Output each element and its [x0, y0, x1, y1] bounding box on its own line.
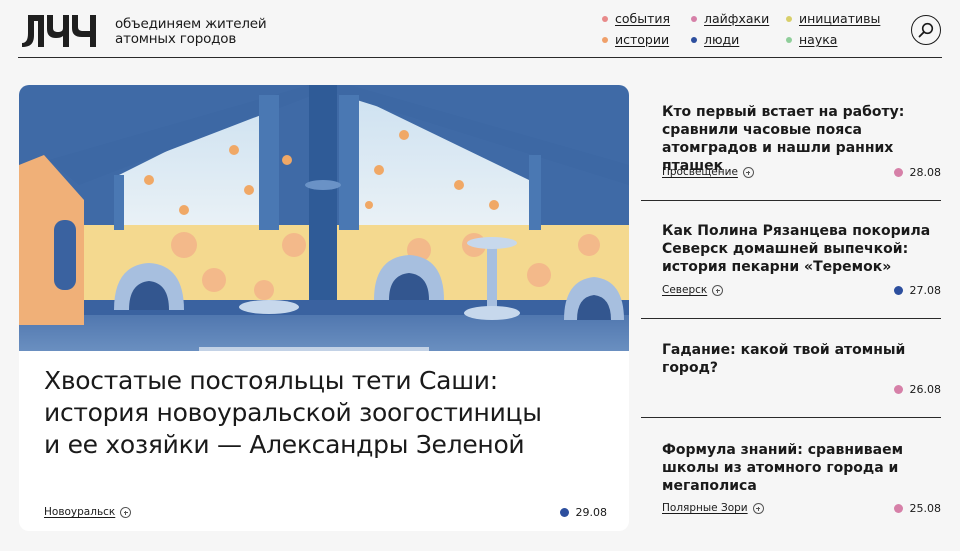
tag-label: Северск [662, 284, 708, 296]
nav-label: наука [799, 32, 838, 47]
plus-circle-icon [742, 166, 754, 178]
nav-label: истории [615, 32, 670, 47]
article-title[interactable]: Формула знаний: сравниваем школы из атом… [662, 441, 942, 495]
article-date: 27.08 [893, 284, 942, 297]
article-title[interactable]: Как Полина Рязанцева покорила Северск до… [662, 222, 942, 276]
nav-item-initiatives[interactable]: инициативы [786, 12, 880, 26]
featured-article-tag[interactable]: Новоуральск [44, 506, 132, 518]
tag-label: Просвещение [662, 166, 738, 178]
date-dot [893, 286, 903, 295]
nav-item-people[interactable]: люди [691, 33, 739, 47]
date-dot [893, 168, 903, 177]
site-tagline: объединяем жителей атомных городов [115, 16, 267, 47]
date-dot [893, 385, 903, 394]
nav-item-lifehacks[interactable]: лайфхаки [691, 12, 769, 26]
article-tag[interactable]: Полярные Зори [662, 502, 764, 514]
date-dot [559, 508, 569, 517]
plus-circle-icon [120, 506, 132, 518]
list-item[interactable]: Гадание: какой твой атомный город? 26.08 [641, 341, 941, 419]
featured-article-image[interactable] [19, 85, 629, 351]
logo[interactable] [20, 13, 98, 47]
nav-item-science[interactable]: наука [786, 33, 837, 47]
site-header: объединяем жителей атомных городов событ… [0, 0, 960, 59]
nav-dot [691, 16, 697, 22]
nav-label: события [615, 11, 671, 26]
nav-label: люди [704, 32, 740, 47]
nav-dot [602, 16, 608, 22]
nav-dot [786, 37, 792, 43]
tagline-line2: атомных городов [115, 31, 237, 47]
featured-article-date: 29.08 [559, 506, 608, 519]
divider [641, 417, 941, 418]
date-label: 26.08 [909, 383, 942, 396]
article-tag[interactable]: Северск [662, 284, 724, 296]
header-divider [18, 57, 942, 58]
date-label: 27.08 [909, 284, 942, 297]
tag-label: Новоуральск [44, 506, 116, 518]
article-date: 26.08 [893, 383, 942, 396]
search-icon [918, 22, 934, 38]
article-title[interactable]: Кто первый встает на работу: сравнили ча… [662, 103, 942, 175]
plus-circle-icon [712, 284, 724, 296]
featured-article-card[interactable]: Хвостатые постояльцы тети Саши: история … [19, 85, 629, 531]
article-date: 25.08 [893, 502, 942, 515]
featured-article-title[interactable]: Хвостатые постояльцы тети Саши: история … [44, 365, 564, 461]
tagline-line1: объединяем жителей [115, 16, 267, 32]
article-title[interactable]: Гадание: какой твой атомный город? [662, 341, 942, 377]
nav-label: инициативы [799, 11, 881, 26]
nav-dot [786, 16, 792, 22]
date-label: 25.08 [909, 502, 942, 515]
divider [641, 200, 941, 201]
nav-dot [691, 37, 697, 43]
nav-item-stories[interactable]: истории [602, 33, 669, 47]
list-item[interactable]: Формула знаний: сравниваем школы из атом… [641, 441, 941, 521]
tag-label: Полярные Зори [662, 502, 748, 514]
date-label: 29.08 [575, 506, 608, 519]
date-dot [893, 504, 903, 513]
plus-circle-icon [752, 502, 764, 514]
nav-dot [602, 37, 608, 43]
article-tag[interactable]: Просвещение [662, 166, 754, 178]
list-item[interactable]: Кто первый встает на работу: сравнили ча… [641, 103, 941, 201]
search-button[interactable] [911, 15, 941, 45]
nav-label: лайфхаки [704, 11, 770, 26]
date-label: 28.08 [909, 166, 942, 179]
divider [641, 318, 941, 319]
article-date: 28.08 [893, 166, 942, 179]
list-item[interactable]: Как Полина Рязанцева покорила Северск до… [641, 222, 941, 320]
nav-item-events[interactable]: события [602, 12, 670, 26]
